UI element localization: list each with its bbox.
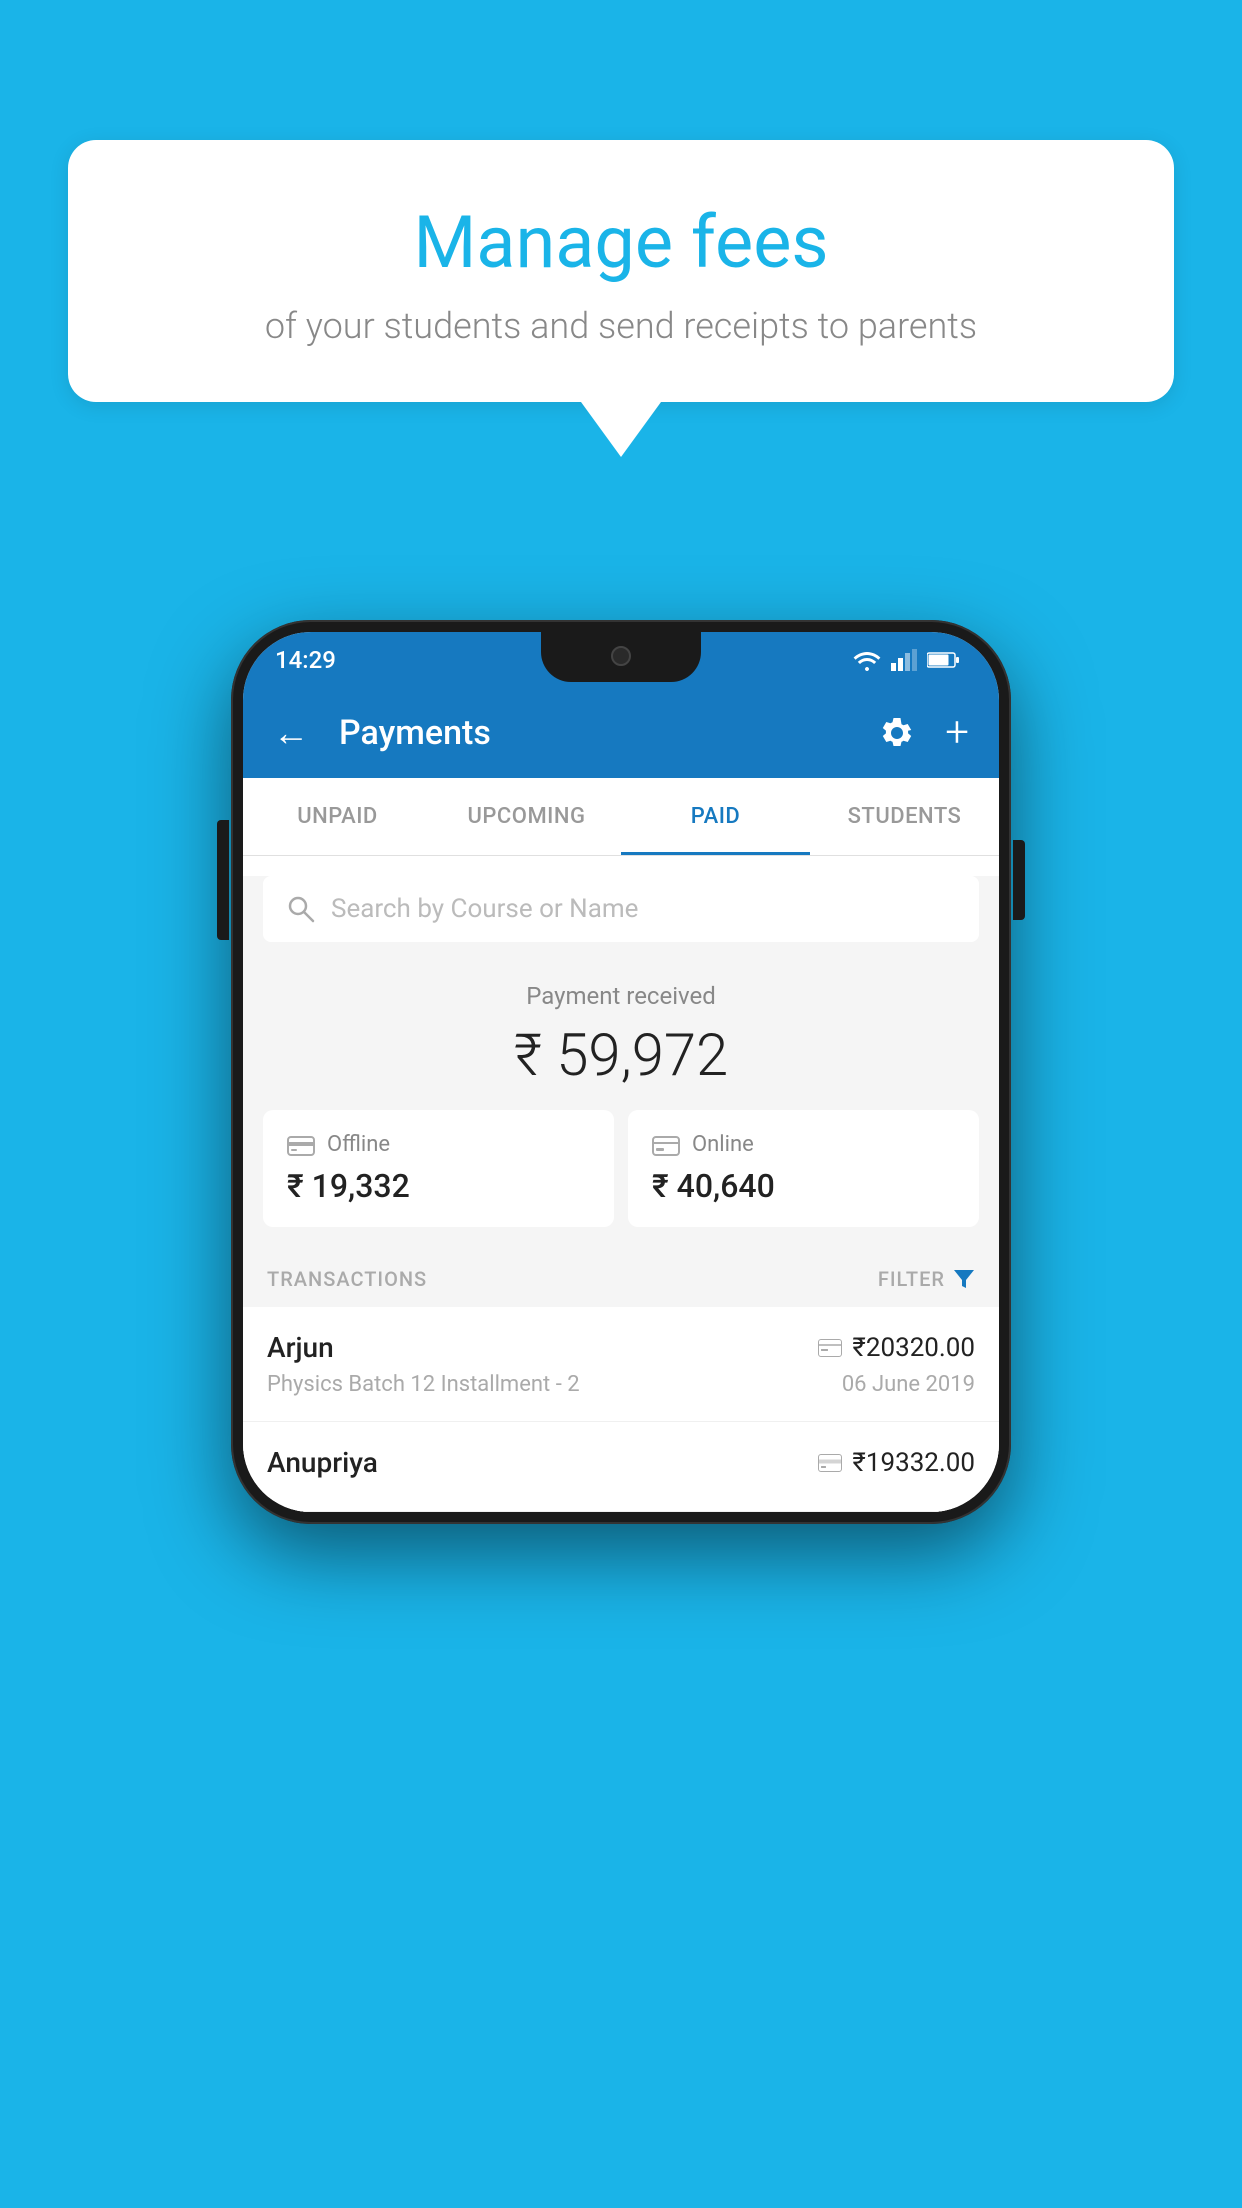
online-amount: ₹ 40,640 xyxy=(652,1167,955,1205)
payment-cards: Offline ₹ 19,332 Online xyxy=(243,1110,999,1247)
filter-icon xyxy=(953,1269,975,1289)
offline-card: Offline ₹ 19,332 xyxy=(263,1110,614,1227)
online-payment-icon xyxy=(652,1134,680,1156)
tabs-container: UNPAID UPCOMING PAID STUDENTS xyxy=(243,778,999,856)
offline-label: Offline xyxy=(327,1132,390,1157)
transaction-name: Arjun xyxy=(267,1331,334,1364)
notch xyxy=(541,632,701,682)
online-card-header: Online xyxy=(652,1132,955,1157)
transactions-header: TRANSACTIONS FILTER xyxy=(243,1247,999,1307)
transaction-online-icon xyxy=(818,1339,842,1357)
payment-total-amount: ₹ 59,972 xyxy=(263,1022,979,1090)
tab-unpaid[interactable]: UNPAID xyxy=(243,778,432,855)
app-bar: ← Payments + xyxy=(243,688,999,778)
search-placeholder: Search by Course or Name xyxy=(331,894,638,924)
search-icon xyxy=(287,895,315,923)
transaction-bottom: Physics Batch 12 Installment - 2 06 June… xyxy=(267,1372,975,1397)
transaction-row[interactable]: Anupriya ₹19332.00 xyxy=(243,1422,999,1512)
status-icons xyxy=(853,649,959,671)
app-bar-actions: + xyxy=(879,712,969,754)
battery-icon xyxy=(927,651,959,669)
front-camera xyxy=(611,646,631,666)
tab-students[interactable]: STUDENTS xyxy=(810,778,999,855)
online-card: Online ₹ 40,640 xyxy=(628,1110,979,1227)
signal-icon xyxy=(891,649,917,671)
offline-card-header: Offline xyxy=(287,1132,590,1157)
phone-container: 14:29 xyxy=(231,620,1011,1524)
phone-outer: 14:29 xyxy=(231,620,1011,1524)
transaction-top: Arjun ₹20320.00 xyxy=(267,1331,975,1364)
search-bar[interactable]: Search by Course or Name xyxy=(263,876,979,942)
transaction-name: Anupriya xyxy=(267,1446,378,1479)
payment-received-label: Payment received xyxy=(263,982,979,1010)
phone-screen: 14:29 xyxy=(243,632,999,1512)
speech-bubble-arrow xyxy=(581,402,661,457)
status-time: 14:29 xyxy=(275,646,336,674)
speech-bubble-subtitle: of your students and send receipts to pa… xyxy=(128,305,1114,347)
transaction-amount: ₹20320.00 xyxy=(852,1333,975,1363)
transaction-amount-container: ₹20320.00 xyxy=(818,1333,975,1363)
app-bar-title: Payments xyxy=(329,713,859,753)
speech-bubble-title: Manage fees xyxy=(128,200,1114,285)
transaction-course: Physics Batch 12 Installment - 2 xyxy=(267,1372,580,1397)
filter-label: FILTER xyxy=(878,1267,945,1291)
transaction-row[interactable]: Arjun ₹20320.00 Physics Batch 12 Install… xyxy=(243,1307,999,1422)
settings-icon[interactable] xyxy=(879,715,915,751)
transaction-amount-container: ₹19332.00 xyxy=(818,1448,975,1478)
speech-bubble-container: Manage fees of your students and send re… xyxy=(68,140,1174,457)
transactions-label: TRANSACTIONS xyxy=(267,1267,427,1291)
online-label: Online xyxy=(692,1132,754,1157)
wifi-icon xyxy=(853,649,881,671)
offline-amount: ₹ 19,332 xyxy=(287,1167,590,1205)
speech-bubble: Manage fees of your students and send re… xyxy=(68,140,1174,402)
transaction-amount: ₹19332.00 xyxy=(852,1448,975,1478)
content-area: Search by Course or Name Payment receive… xyxy=(243,876,999,1512)
payment-summary: Payment received ₹ 59,972 xyxy=(243,952,999,1110)
tab-upcoming[interactable]: UPCOMING xyxy=(432,778,621,855)
add-button[interactable]: + xyxy=(945,712,969,754)
transaction-top: Anupriya ₹19332.00 xyxy=(267,1446,975,1479)
tab-paid[interactable]: PAID xyxy=(621,778,810,855)
back-button[interactable]: ← xyxy=(273,712,309,754)
offline-payment-icon xyxy=(287,1134,315,1156)
transaction-offline-icon xyxy=(818,1454,842,1472)
transaction-date: 06 June 2019 xyxy=(842,1372,975,1397)
status-bar: 14:29 xyxy=(243,632,999,688)
filter-container[interactable]: FILTER xyxy=(878,1267,975,1291)
